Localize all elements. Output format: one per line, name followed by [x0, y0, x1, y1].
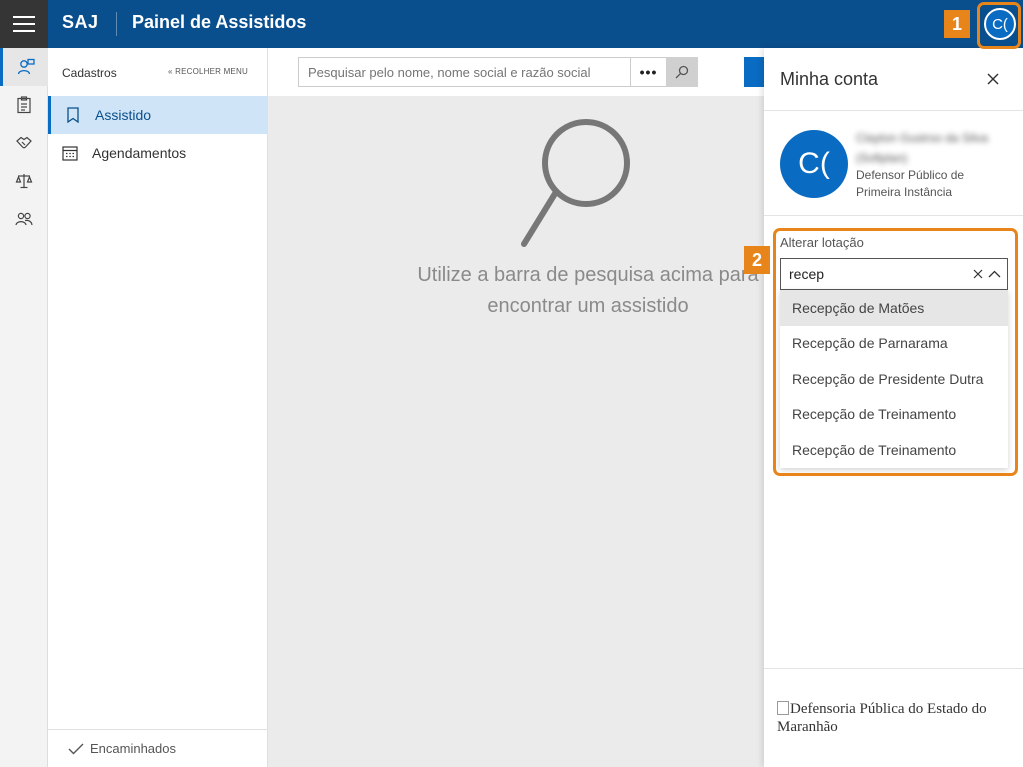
rail-item-processos[interactable]	[0, 162, 48, 200]
collapse-menu-label: RECOLHER MENU	[175, 67, 248, 76]
callout-number-1: 1	[944, 10, 970, 38]
double-chevron-left-icon: «	[168, 67, 173, 76]
sidebar-item-label: Agendamentos	[92, 145, 187, 161]
encaminhados-button[interactable]: Encaminhados	[48, 729, 268, 767]
callout-number-2: 2	[744, 246, 770, 274]
avatar: C(	[780, 130, 848, 198]
logo-alt-text: Defensoria Pública do Estado do Maranhão	[777, 701, 987, 735]
user-name: Clayton Gustrso da Silva (Sofiplan)	[856, 131, 989, 165]
hamburger-icon	[13, 16, 35, 32]
rail-item-atendimentos[interactable]	[0, 86, 48, 124]
institution-logo: Defensoria Pública do Estado do Maranhão	[777, 700, 1013, 736]
handshake-icon	[16, 136, 32, 149]
search-icon	[675, 65, 689, 79]
close-panel-button[interactable]	[982, 68, 1004, 90]
sidebar-item-label: Assistido	[95, 107, 152, 123]
page-title: Painel de Assistidos	[132, 12, 307, 32]
people-icon	[15, 212, 33, 226]
search-toolbar: •••	[268, 48, 768, 96]
broken-image-icon	[777, 701, 789, 715]
search-button[interactable]	[666, 57, 698, 87]
sidebar-menu: Cadastros « RECOLHER MENU Assistido Agen…	[48, 48, 268, 767]
panel-divider	[764, 668, 1023, 669]
rail-item-assistidos[interactable]	[0, 48, 48, 86]
sidebar-item-assistido[interactable]: Assistido	[48, 96, 268, 134]
empty-state-line-1: Utilize a barra de pesquisa acima para	[417, 264, 759, 286]
callout-highlight-1	[977, 2, 1021, 49]
hamburger-menu-button[interactable]	[0, 0, 48, 48]
panel-divider	[764, 110, 1023, 111]
bookmark-icon	[51, 107, 95, 123]
search-box: •••	[298, 57, 698, 87]
magnifier-empty-state-icon	[521, 119, 630, 247]
callout-highlight-2	[773, 228, 1018, 476]
rail-item-usuarios[interactable]	[0, 200, 48, 238]
person-search-icon	[17, 58, 35, 75]
sidebar-heading: Cadastros	[62, 66, 117, 80]
module-rail	[0, 48, 48, 767]
panel-divider	[764, 215, 1023, 216]
search-input[interactable]	[299, 64, 630, 80]
calendar-icon	[48, 145, 92, 161]
panel-title: Minha conta	[780, 69, 879, 89]
empty-state-message: Utilize a barra de pesquisa acima para e…	[388, 260, 788, 322]
scales-icon	[15, 174, 33, 189]
title-divider	[116, 12, 117, 36]
search-options-button[interactable]: •••	[630, 58, 666, 86]
user-role: Defensor Público de Primeira Instância	[856, 168, 965, 199]
top-bar: SAJ Painel de Assistidos	[0, 0, 1023, 48]
collapse-menu-button[interactable]: « RECOLHER MENU	[168, 67, 248, 76]
checkmark-icon	[68, 743, 84, 754]
encaminhados-label: Encaminhados	[90, 741, 176, 756]
rail-item-acordos[interactable]	[0, 124, 48, 162]
close-icon	[987, 73, 999, 85]
clipboard-icon	[17, 96, 31, 114]
main-content: ••• Utilize a barra de pesquisa acima pa…	[268, 48, 768, 767]
sidebar-item-agendamentos[interactable]: Agendamentos	[48, 134, 268, 172]
empty-state-line-2: encontrar um assistido	[487, 295, 689, 317]
brand-logo[interactable]: SAJ	[62, 12, 99, 33]
